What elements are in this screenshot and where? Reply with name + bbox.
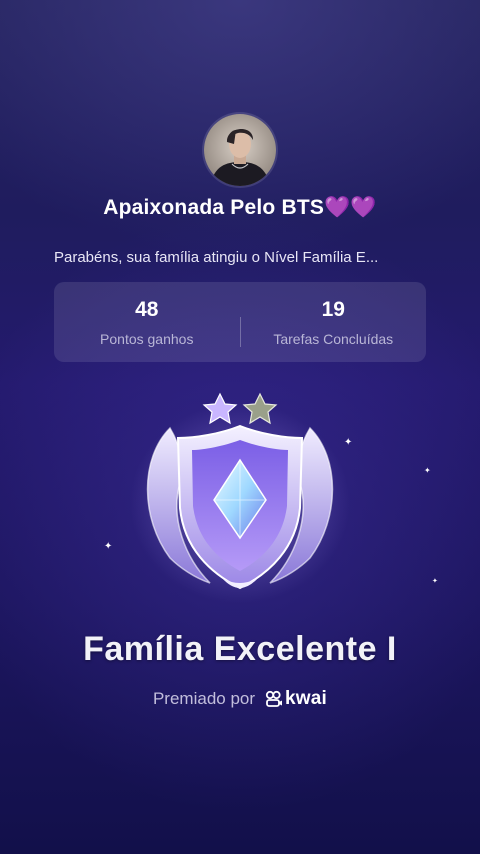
congratulation-message: Parabéns, sua família atingiu o Nível Fa… [54,249,379,266]
stat-points: 48 Pontos ganhos [54,297,240,347]
awarded-by-label: Premiado por [152,689,256,708]
shield-crystal-badge-icon [130,392,350,603]
points-value: 48 [135,298,159,321]
level-title: Família Excelente I [83,630,397,668]
tasks-label: Tarefas Concluídas [273,331,394,347]
kwai-wordmark: kwai [285,688,328,709]
awarded-by: Premiado por kwai [0,688,480,710]
avatar[interactable] [204,114,276,186]
profile-photo-icon [204,114,276,186]
sparkle-icon: ✦ [104,541,113,552]
username: Apaixonada Pelo BTS💜💜 [103,196,377,219]
kwai-logo-icon [265,690,283,707]
points-label: Pontos ganhos [100,331,194,347]
stat-tasks: 19 Tarefas Concluídas [241,297,427,347]
sparkle-icon: ✦ [424,466,431,475]
tasks-value: 19 [321,298,345,321]
sparkle-icon: ✦ [432,577,438,585]
level-badge [130,388,350,603]
stats-card: 48 Pontos ganhos 19 Tarefas Concluídas [54,282,426,362]
kwai-brand: kwai [265,688,327,710]
